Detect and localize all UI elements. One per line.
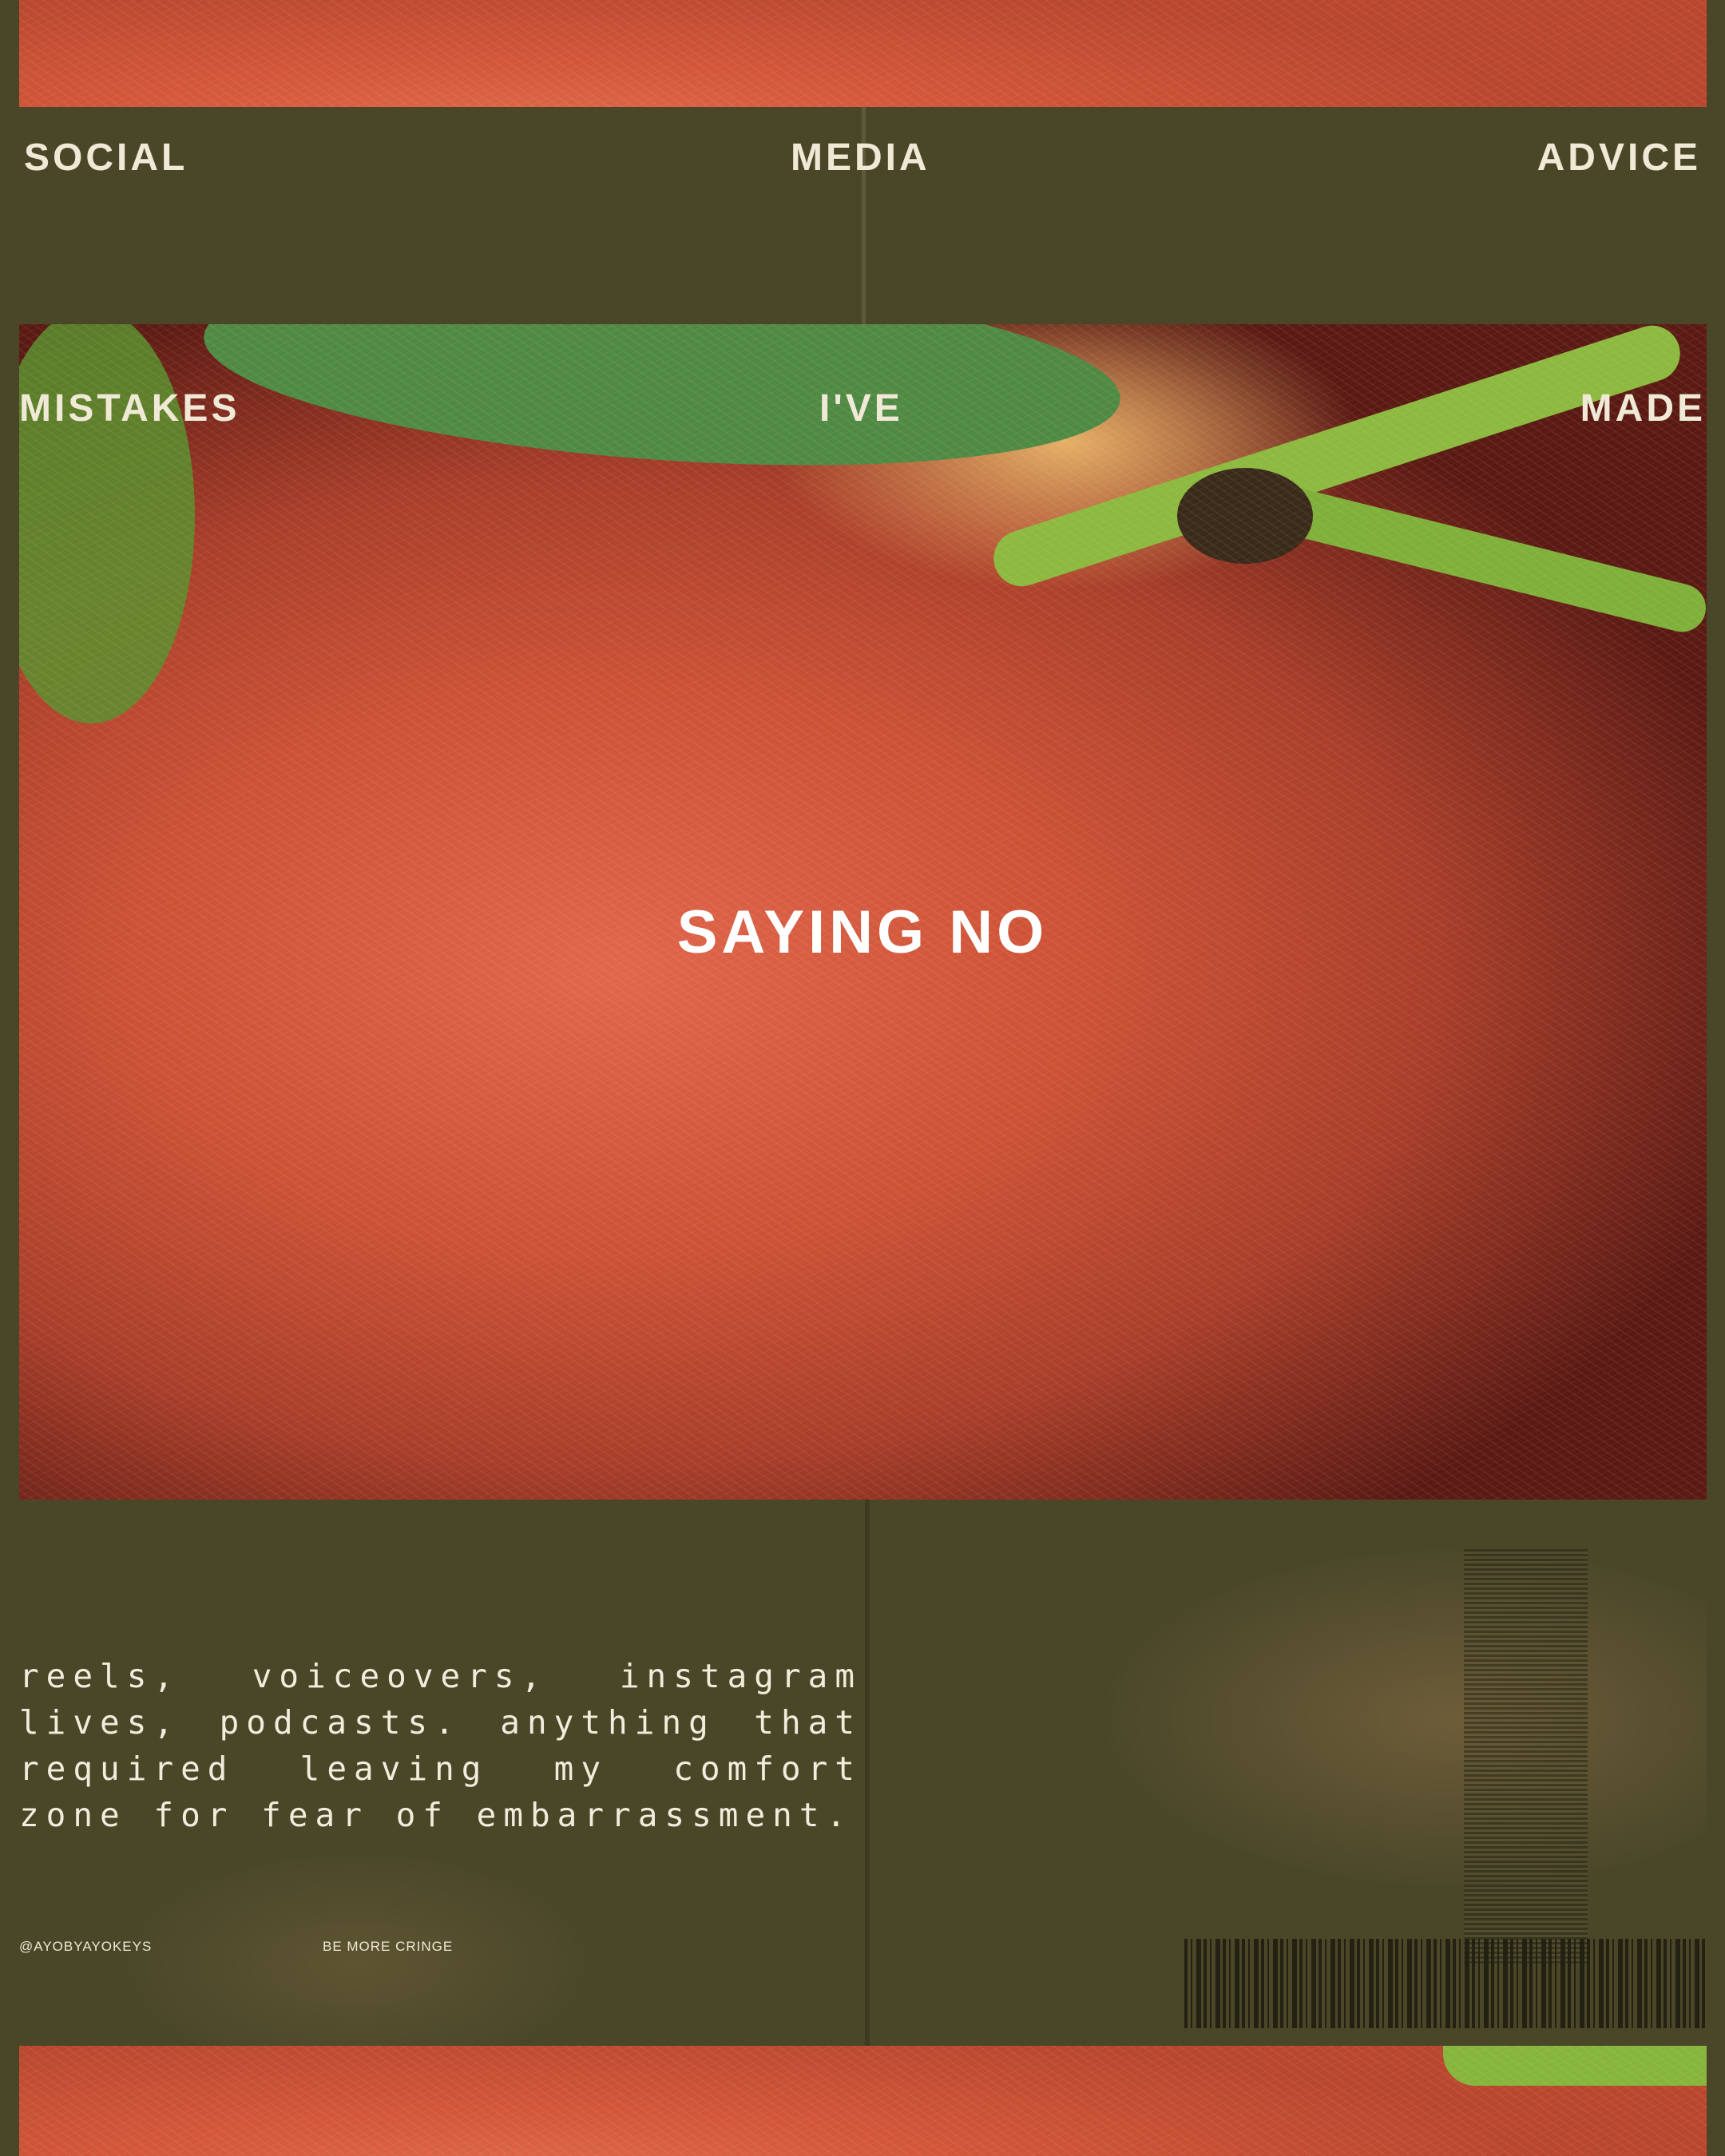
center-title: SAYING NO bbox=[676, 898, 1049, 966]
heading-made: MADE bbox=[1580, 387, 1706, 430]
barcode-block bbox=[1464, 1549, 1588, 1964]
heading-advice: ADVICE bbox=[1537, 137, 1701, 179]
lower-divider bbox=[865, 1500, 870, 2046]
barcode bbox=[1184, 1939, 1707, 2028]
heading-ive: I'VE bbox=[819, 387, 903, 430]
body-text: reels, voiceovers, instagram lives, podc… bbox=[19, 1657, 862, 1834]
top-peach-texture bbox=[19, 0, 1707, 107]
tagline-label: BE MORE CRINGE bbox=[323, 1939, 454, 1954]
bottom-peach-texture bbox=[19, 2046, 1707, 2156]
handle-label: @AYOBYAYOKEYS bbox=[19, 1939, 153, 1954]
heading-media: MEDIA bbox=[791, 137, 930, 179]
heading-mistakes: MISTAKES bbox=[19, 387, 240, 430]
heading-social: SOCIAL bbox=[24, 137, 188, 179]
